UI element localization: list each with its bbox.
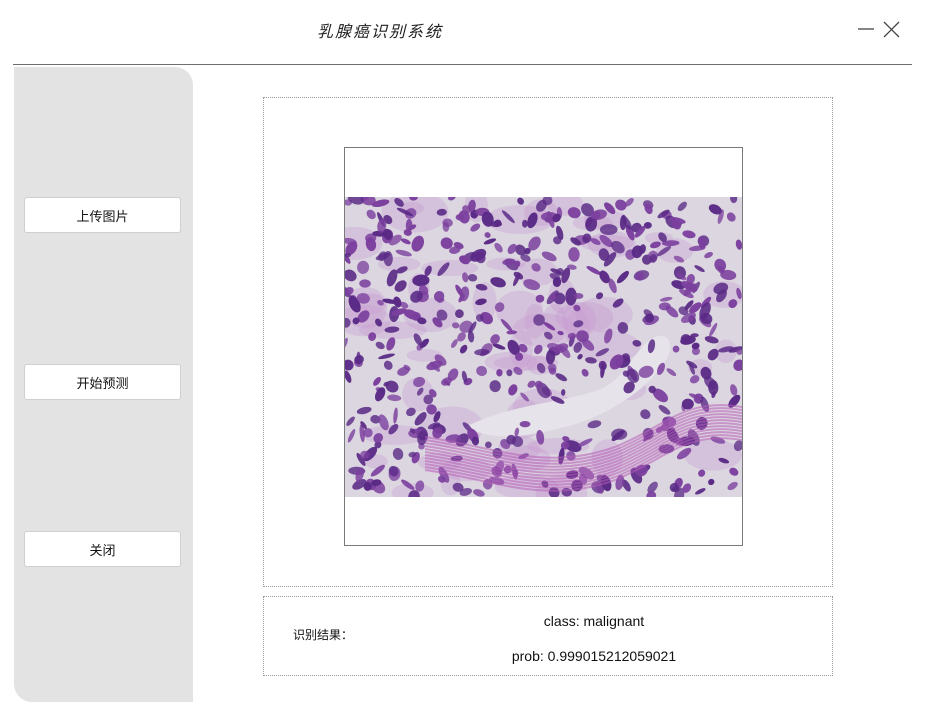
- app-title: 乳腺癌识别系统: [316, 22, 443, 41]
- sidebar: 上传图片 开始预测 关闭: [14, 67, 193, 702]
- upload-image-button[interactable]: 上传图片: [24, 197, 181, 233]
- result-prob-text: prob: 0.999015212059021: [511, 648, 677, 664]
- app-window: 乳腺癌识别系统 上传图片 开始预测 关闭 识别结果： class: malign…: [0, 0, 927, 716]
- minimize-button[interactable]: [853, 16, 879, 42]
- minimize-icon: [858, 28, 874, 30]
- close-app-button[interactable]: 关闭: [24, 531, 181, 567]
- image-panel: [263, 97, 833, 587]
- start-predict-button[interactable]: 开始预测: [24, 364, 181, 400]
- close-window-button[interactable]: [879, 16, 905, 42]
- result-class-text: class: malignant: [543, 613, 645, 629]
- image-preview-frame: [344, 147, 743, 546]
- result-label: 识别结果：: [293, 628, 354, 642]
- close-icon: [883, 21, 900, 38]
- title-divider: [13, 64, 912, 65]
- histopathology-image: [345, 197, 742, 497]
- result-panel: 识别结果： class: malignant prob: 0.999015212…: [263, 596, 833, 676]
